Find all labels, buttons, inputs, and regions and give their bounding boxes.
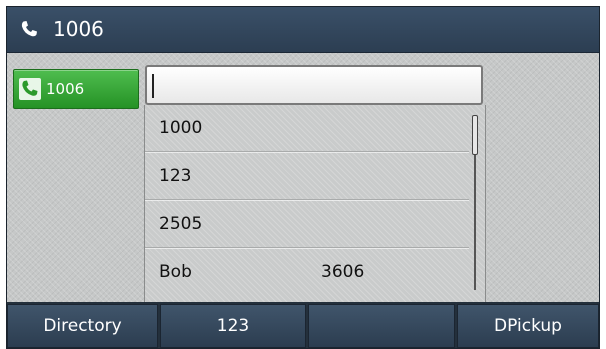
- phone-screen: 1006 1006 1000 123 2505 Bob 3606 Directo…: [6, 6, 600, 349]
- suggestion-name: 123: [159, 166, 192, 186]
- dial-screen-body: 1006 1000 123 2505 Bob 3606: [7, 53, 599, 302]
- softkey-empty[interactable]: [308, 304, 455, 348]
- softkey-123[interactable]: 123: [160, 304, 306, 348]
- softkey-dpickup[interactable]: DPickup: [457, 304, 599, 348]
- list-item[interactable]: 2505: [145, 201, 469, 248]
- list-item[interactable]: Bob 3606: [145, 249, 469, 295]
- suggestion-name: 2505: [159, 214, 203, 234]
- softkey-bar: Directory 123 DPickup: [7, 302, 599, 348]
- suggestion-number: 3606: [321, 262, 365, 282]
- suggestion-name: 1000: [159, 118, 203, 138]
- softkey-directory[interactable]: Directory: [7, 304, 158, 348]
- list-item[interactable]: 1000: [145, 105, 469, 152]
- suggestion-name: Bob: [159, 262, 192, 282]
- list-item[interactable]: 123: [145, 153, 469, 200]
- list-scrollbar[interactable]: [472, 115, 478, 290]
- phone-handset-icon: [19, 78, 41, 100]
- suggestion-list: 1000 123 2505 Bob 3606: [144, 105, 486, 302]
- line-key-label: 1006: [46, 80, 85, 98]
- scrollbar-thumb[interactable]: [472, 115, 478, 155]
- title-bar: 1006: [7, 7, 599, 53]
- phone-handset-icon: [21, 21, 37, 37]
- account-title: 1006: [53, 17, 104, 41]
- line-key-1006[interactable]: 1006: [13, 69, 139, 109]
- dial-number-input[interactable]: [145, 65, 483, 105]
- text-cursor: [152, 74, 154, 98]
